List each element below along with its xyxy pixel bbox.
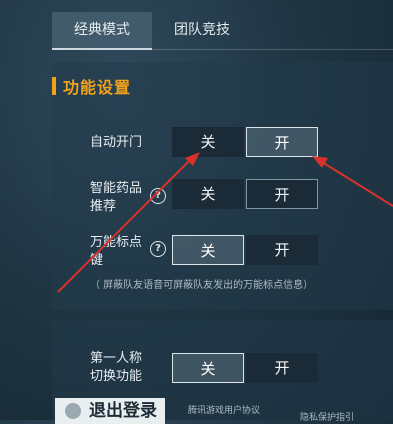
user-icon <box>65 403 81 419</box>
arrow-line-left <box>57 159 191 293</box>
arrow-line-right <box>321 161 393 207</box>
annotation-arrows <box>57 152 393 293</box>
logout-button[interactable]: 退出登录 <box>55 398 165 424</box>
user-agreement-link[interactable]: 腾讯游戏用户协议 <box>188 403 260 416</box>
privacy-link[interactable]: 隐私保护指引 <box>300 410 354 423</box>
arrow-head-right <box>312 156 328 168</box>
logout-label: 退出登录 <box>89 401 157 421</box>
